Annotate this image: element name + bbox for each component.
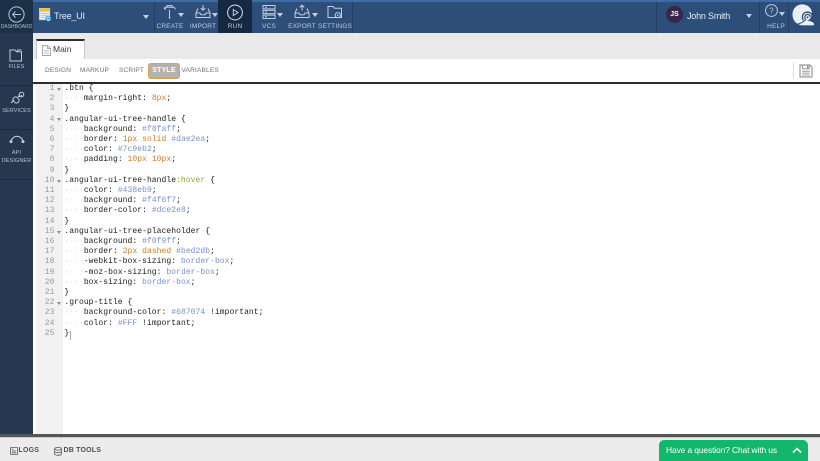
svg-text:?: ?: [769, 6, 774, 15]
